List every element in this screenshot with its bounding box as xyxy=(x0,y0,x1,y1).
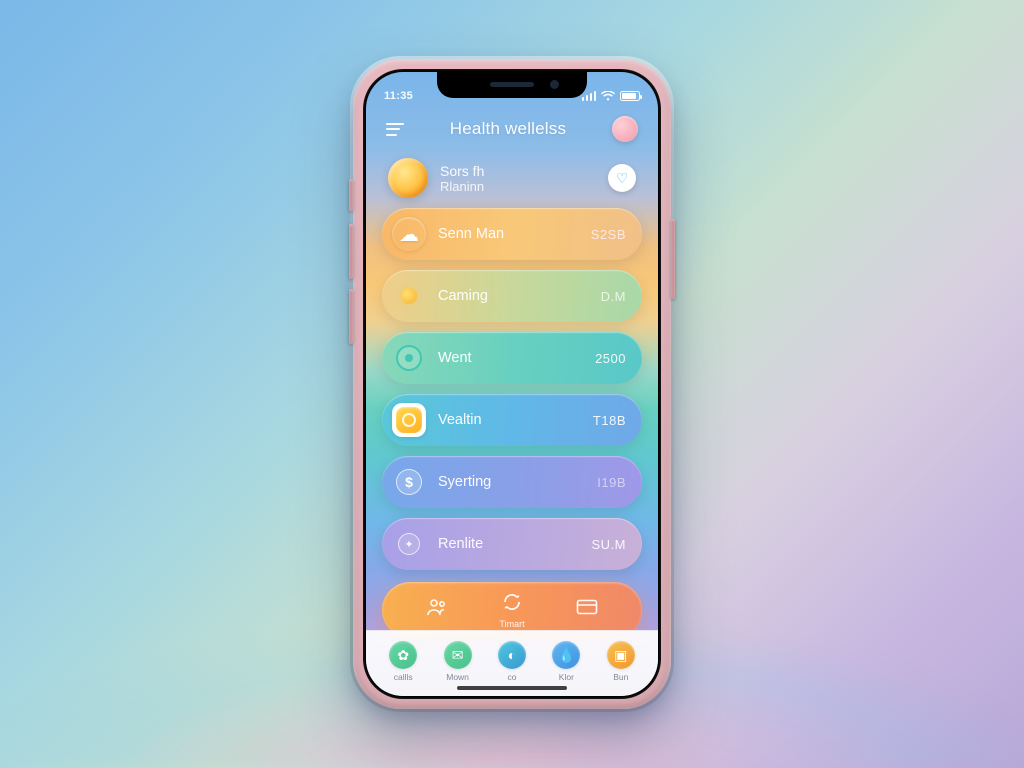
row-label: Went xyxy=(438,350,595,366)
row-label: Renlite xyxy=(438,536,592,552)
tab-mown[interactable]: ✉ Mown xyxy=(444,641,472,682)
menu-icon[interactable] xyxy=(386,123,404,136)
row-value: SU.M xyxy=(592,537,627,552)
row-label: Vealtin xyxy=(438,412,593,428)
app-screen: 11:35 Health wellelss xyxy=(366,72,658,696)
feature-subtitle: Rlaninn xyxy=(440,179,484,194)
tab-bun[interactable]: ▣ Bun xyxy=(607,641,635,682)
phone-bezel: 11:35 Health wellelss xyxy=(363,69,661,699)
tab-label: Bun xyxy=(613,672,628,682)
refresh-icon xyxy=(502,592,522,617)
cta-label: Timart xyxy=(499,619,524,629)
cloud-icon: ☁ xyxy=(392,217,426,251)
row-value: I19B xyxy=(597,475,626,490)
mute-switch[interactable] xyxy=(349,179,353,211)
row-value: 2500 xyxy=(595,351,626,366)
row-value: S2SB xyxy=(591,227,626,242)
row-label: Senn Man xyxy=(438,226,591,242)
status-time: 11:35 xyxy=(384,90,413,102)
row-value: T18B xyxy=(593,413,626,428)
list-row-syerting[interactable]: $ Syerting I19B xyxy=(382,456,642,508)
water-icon: 💧 xyxy=(552,641,580,669)
people-icon xyxy=(426,598,448,621)
weather-icon xyxy=(392,403,426,437)
drop-icon: ◐ xyxy=(498,641,526,669)
tab-label: Klor xyxy=(559,672,574,682)
sun-icon xyxy=(388,158,428,198)
tab-label: co xyxy=(507,672,516,682)
chat-icon: ✉ xyxy=(444,641,472,669)
tab-label: callls xyxy=(394,672,413,682)
signal-icon xyxy=(582,91,597,101)
row-label: Syerting xyxy=(438,474,597,490)
coin-icon: $ xyxy=(392,465,426,499)
tab-co[interactable]: ◐ co xyxy=(498,641,526,682)
tab-label: Mown xyxy=(446,672,469,682)
card-icon xyxy=(576,599,598,620)
row-value: D.M xyxy=(601,289,626,304)
sunrise-icon xyxy=(392,279,426,313)
app-header: Health wellelss xyxy=(366,112,658,152)
feature-title: Sors fh xyxy=(440,163,484,179)
volume-up-button[interactable] xyxy=(349,224,353,279)
gem-icon: ✦ xyxy=(392,527,426,561)
page-title: Health wellelss xyxy=(450,119,566,139)
leaf-icon: ✿ xyxy=(389,641,417,669)
cta-people[interactable] xyxy=(426,598,448,623)
battery-icon xyxy=(620,91,640,101)
list-row-went[interactable]: Went 2500 xyxy=(382,332,642,384)
power-button[interactable] xyxy=(671,219,675,299)
list-row-renlite[interactable]: ✦ Renlite SU.M xyxy=(382,518,642,570)
row-label: Caming xyxy=(438,288,601,304)
avatar-icon[interactable] xyxy=(612,116,638,142)
heart-icon[interactable]: ♡ xyxy=(608,164,636,192)
phone-notch xyxy=(437,72,587,98)
cta-timart[interactable]: Timart xyxy=(499,592,524,629)
list-row-senn-man[interactable]: ☁ Senn Man S2SB xyxy=(382,208,642,260)
volume-down-button[interactable] xyxy=(349,289,353,344)
wifi-icon xyxy=(601,91,615,102)
home-indicator[interactable] xyxy=(457,686,567,690)
phone-frame: 11:35 Health wellelss xyxy=(353,59,671,709)
tab-klor[interactable]: 💧 Klor xyxy=(552,641,580,682)
list-row-caming[interactable]: Caming D.M xyxy=(382,270,642,322)
tab-bar: ✿ callls ✉ Mown ◐ co 💧 Klor xyxy=(366,630,658,696)
flame-icon: ▣ xyxy=(607,641,635,669)
feature-card[interactable]: Sors fh Rlaninn ♡ xyxy=(382,152,642,208)
target-icon xyxy=(392,341,426,375)
cta-card[interactable] xyxy=(576,599,598,622)
list-row-vealtin[interactable]: Vealtin T18B xyxy=(382,394,642,446)
tab-callls[interactable]: ✿ callls xyxy=(389,641,417,682)
